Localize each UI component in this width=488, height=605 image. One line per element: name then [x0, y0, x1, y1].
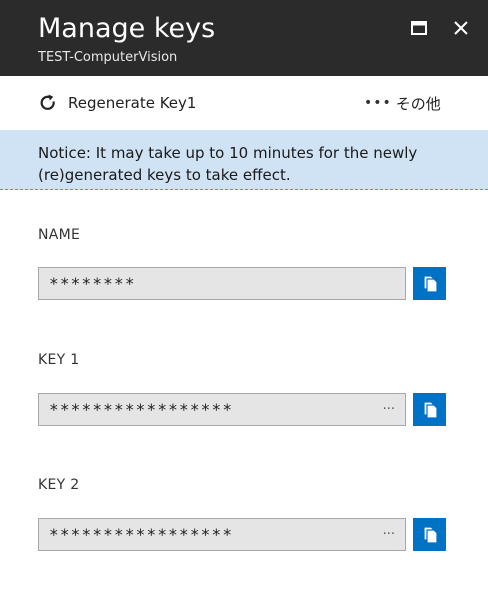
page-title: Manage keys — [38, 13, 216, 44]
copy-icon — [422, 400, 438, 419]
key1-label: KEY 1 — [38, 352, 80, 368]
maximize-icon — [411, 21, 427, 35]
copy-key1-button[interactable] — [413, 393, 446, 426]
key1-field[interactable]: ***************** ··· — [38, 393, 406, 426]
name-label: NAME — [38, 227, 81, 243]
more-button[interactable]: ••• その他 — [364, 90, 441, 116]
blade-header: Manage keys TEST-ComputerVision — [0, 0, 488, 76]
name-field[interactable]: ******** — [38, 267, 406, 300]
key1-value: ***************** — [49, 400, 234, 419]
close-icon — [454, 21, 468, 35]
key2-label: KEY 2 — [38, 477, 80, 493]
key2-ellipsis: ··· — [382, 527, 395, 542]
key2-field[interactable]: ***************** ··· — [38, 518, 406, 551]
more-label: その他 — [395, 94, 441, 113]
name-value: ******** — [49, 274, 136, 293]
key1-ellipsis: ··· — [382, 402, 395, 417]
regenerate-key1-label: Regenerate Key1 — [68, 94, 197, 112]
regenerate-key1-button[interactable]: Regenerate Key1 — [38, 90, 196, 116]
maximize-button[interactable] — [404, 14, 434, 42]
notice-text: Notice: It may take up to 10 minutes for… — [38, 144, 418, 184]
close-button[interactable] — [446, 14, 476, 42]
refresh-icon — [40, 94, 55, 110]
copy-key2-button[interactable] — [413, 518, 446, 551]
more-icon: ••• — [364, 95, 392, 111]
notice-banner: Notice: It may take up to 10 minutes for… — [0, 130, 488, 190]
copy-name-button[interactable] — [413, 267, 446, 300]
copy-icon — [422, 274, 438, 293]
copy-icon — [422, 525, 438, 544]
key2-value: ***************** — [49, 525, 234, 544]
resource-name: TEST-ComputerVision — [38, 50, 178, 65]
